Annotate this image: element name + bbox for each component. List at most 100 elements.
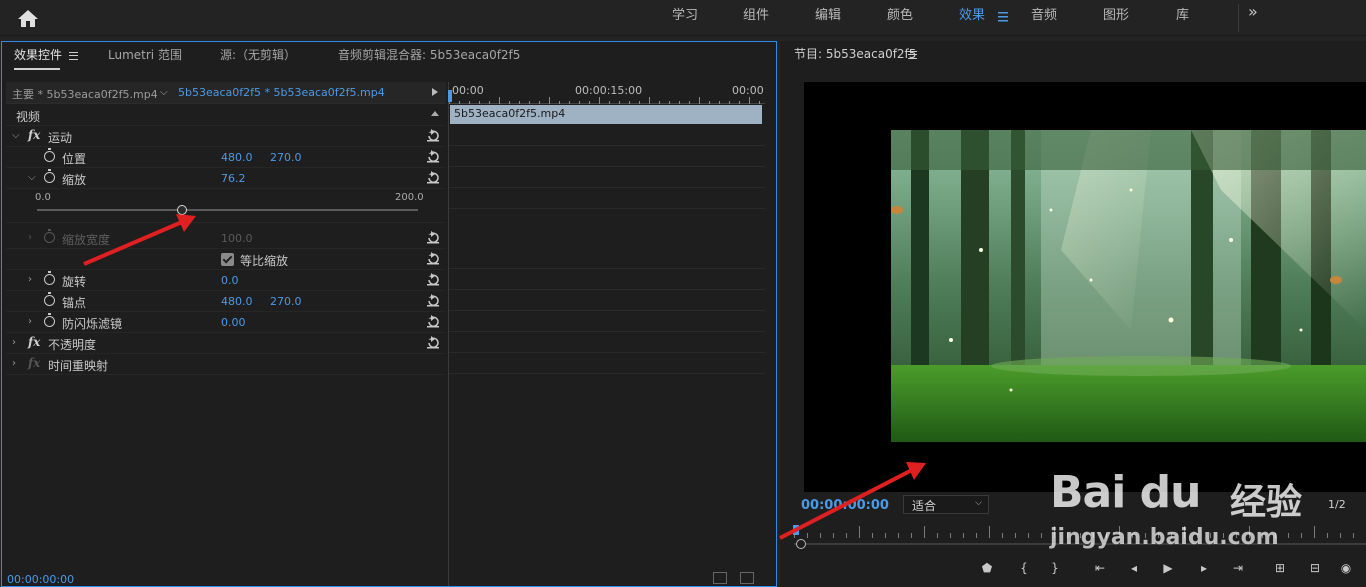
- reset-icon[interactable]: [426, 315, 440, 328]
- chevron-right-icon[interactable]: ›: [12, 337, 16, 348]
- timeline-row-divider: [449, 289, 765, 290]
- scale-value[interactable]: 76.2: [221, 172, 246, 185]
- master-clip-label[interactable]: 主要 * 5b53eaca0f2f5.mp4: [12, 86, 158, 102]
- workspace-tab-editing[interactable]: 编辑: [815, 0, 841, 36]
- scale-slider-min: 0.0: [35, 192, 51, 203]
- filter-keyframes-icon[interactable]: [713, 572, 727, 584]
- timeline-ruler[interactable]: 00:00 00:00:15:00 00:00: [448, 82, 765, 104]
- video-header-row: 视频: [6, 105, 446, 126]
- timeline-row-divider: [449, 373, 765, 374]
- anchor-row: 锚点 480.0 270.0: [6, 291, 446, 312]
- workspace-tab-audio[interactable]: 音频: [1031, 0, 1057, 36]
- tab-effect-controls[interactable]: 效果控件: [14, 46, 79, 70]
- video-frame[interactable]: [891, 130, 1366, 442]
- stopwatch-icon[interactable]: [44, 169, 55, 183]
- ruler-mid-time: 00:00:15:00: [575, 84, 643, 97]
- tab-audio-clip-mixer[interactable]: 音频剪辑混合器: 5b53eaca0f2f5: [338, 46, 520, 63]
- time-remap-row[interactable]: › fx 时间重映射: [6, 354, 446, 375]
- workspace-menu-icon[interactable]: [997, 9, 1011, 23]
- show-timeline-icon[interactable]: [432, 88, 438, 96]
- opacity-label: 不透明度: [48, 338, 97, 352]
- reset-icon[interactable]: [426, 171, 440, 184]
- zoom-fit-dropdown[interactable]: 适合 ⌵: [903, 495, 989, 514]
- workspace-tab-assembly[interactable]: 组件: [743, 0, 769, 36]
- scale-width-label: 缩放宽度: [62, 233, 111, 247]
- chevron-right-icon[interactable]: ›: [28, 274, 32, 285]
- playhead[interactable]: [448, 90, 452, 102]
- chevron-down-icon[interactable]: ⌵: [160, 87, 168, 98]
- scale-width-value: 100.0: [221, 232, 253, 245]
- motion-label: 运动: [48, 131, 73, 145]
- reset-icon[interactable]: [426, 231, 440, 244]
- timeline-row-divider: [449, 331, 765, 332]
- reset-icon[interactable]: [426, 336, 440, 349]
- program-timecode[interactable]: 00:00:00:00: [801, 498, 889, 513]
- scale-slider-row: 0.0 200.0: [6, 189, 446, 223]
- program-monitor-title[interactable]: 节目: 5b53eaca0f2f5: [794, 45, 916, 62]
- program-viewer[interactable]: [804, 82, 1366, 492]
- tab-lumetri-scopes[interactable]: Lumetri 范围: [108, 46, 182, 63]
- antiflicker-row: › 防闪烁滤镜 0.00: [6, 312, 446, 333]
- reset-icon[interactable]: [426, 129, 440, 142]
- tab-source[interactable]: 源:（无剪辑）: [220, 46, 296, 63]
- scale-slider-handle[interactable]: [177, 205, 188, 215]
- workspace-tab-effects[interactable]: 效果: [959, 0, 985, 36]
- antiflicker-value[interactable]: 0.00: [221, 316, 246, 329]
- video-header-label: 视频: [16, 110, 41, 124]
- motion-row[interactable]: ⌵ fx 运动: [6, 126, 446, 147]
- scrollbar-left-handle[interactable]: [796, 539, 806, 549]
- stopwatch-icon[interactable]: [44, 148, 55, 162]
- scale-slider-track[interactable]: [37, 209, 418, 211]
- export-icon[interactable]: [740, 572, 754, 584]
- ruler-end-time: 00:00: [732, 84, 764, 97]
- workspace-overflow-button[interactable]: »: [1248, 2, 1258, 21]
- stopwatch-icon[interactable]: [44, 313, 55, 327]
- stopwatch-icon[interactable]: [44, 271, 55, 285]
- stopwatch-icon: [44, 229, 55, 243]
- uniform-scale-row: 等比缩放: [6, 249, 446, 270]
- timeline-row-divider: [449, 208, 765, 209]
- rotation-row: › 旋转 0.0: [6, 270, 446, 291]
- chevron-right-icon[interactable]: ›: [28, 316, 32, 327]
- workspace-tab-libraries[interactable]: 库: [1176, 0, 1189, 36]
- position-y-value[interactable]: 270.0: [270, 151, 302, 164]
- panel-menu-icon[interactable]: [908, 51, 917, 59]
- timeline-row-divider: [449, 310, 765, 311]
- ruler-start-time: 00:00: [452, 84, 484, 97]
- fx-icon[interactable]: fx: [28, 128, 40, 142]
- fx-icon[interactable]: fx: [28, 335, 40, 349]
- uniform-scale-checkbox[interactable]: [221, 253, 234, 266]
- position-x-value[interactable]: 480.0: [221, 151, 253, 164]
- rotation-value[interactable]: 0.0: [221, 274, 239, 287]
- workspace-tab-color[interactable]: 颜色: [887, 0, 913, 36]
- effect-controls-timecode[interactable]: 00:00:00:00: [7, 573, 74, 586]
- sequence-clip-label[interactable]: 5b53eaca0f2f5 * 5b53eaca0f2f5.mp4: [178, 86, 385, 99]
- timeline-clip-name: 5b53eaca0f2f5.mp4: [454, 107, 566, 120]
- forest-scene-image: [891, 130, 1366, 442]
- mark-in-icon[interactable]: {: [1016, 561, 1032, 575]
- clip-selector-bar: 主要 * 5b53eaca0f2f5.mp4 ⌵ 5b53eaca0f2f5 *…: [6, 82, 446, 104]
- chevron-down-icon[interactable]: ⌵: [12, 130, 20, 141]
- scale-label: 缩放: [62, 173, 87, 187]
- workspace-tab-learn[interactable]: 学习: [672, 0, 698, 36]
- timeline-row-divider: [449, 166, 765, 167]
- reset-icon[interactable]: [426, 252, 440, 265]
- workspace-tab-graphics[interactable]: 图形: [1103, 0, 1129, 36]
- reset-icon[interactable]: [426, 294, 440, 307]
- effect-controls-panel: 效果控件 Lumetri 范围 源:（无剪辑） 音频剪辑混合器: 5b53eac…: [1, 41, 777, 587]
- chevron-right-icon[interactable]: ›: [12, 358, 16, 369]
- marker-icon[interactable]: ⬟: [979, 561, 995, 575]
- anchor-x-value[interactable]: 480.0: [221, 295, 253, 308]
- scroll-up-icon[interactable]: [431, 111, 439, 116]
- reset-icon[interactable]: [426, 150, 440, 163]
- panel-menu-icon[interactable]: [69, 52, 79, 60]
- stopwatch-icon[interactable]: [44, 292, 55, 306]
- timeline-row-divider: [449, 268, 765, 269]
- opacity-row[interactable]: › fx 不透明度: [6, 333, 446, 354]
- timeline-clip[interactable]: 5b53eaca0f2f5.mp4: [450, 105, 762, 124]
- reset-icon[interactable]: [426, 273, 440, 286]
- chevron-down-icon[interactable]: ⌵: [28, 172, 36, 183]
- home-icon[interactable]: [16, 8, 40, 28]
- program-playhead[interactable]: [793, 525, 799, 535]
- anchor-y-value[interactable]: 270.0: [270, 295, 302, 308]
